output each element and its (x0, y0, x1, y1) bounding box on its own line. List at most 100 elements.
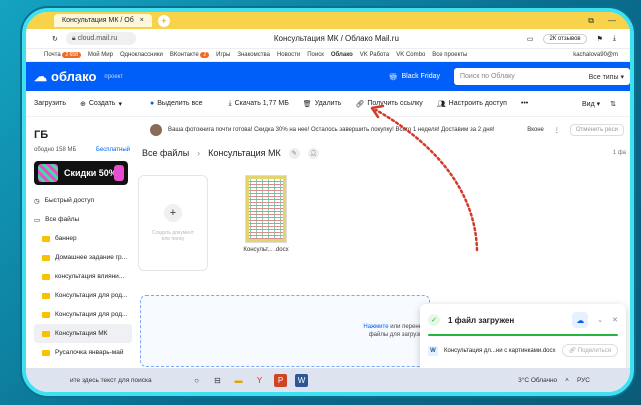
close-icon[interactable]: ✕ (612, 316, 618, 324)
notification-button[interactable]: Отменить реси (569, 124, 624, 136)
check-icon: ✓ (428, 314, 440, 326)
download-button[interactable]: ⤓ Скачать 1,77 МБ (228, 100, 288, 108)
yandex-browser-icon[interactable]: Y (253, 374, 266, 387)
task-view-icon[interactable]: ⊟ (211, 374, 224, 387)
clock-icon: ◷ (34, 197, 40, 205)
sidebar-folder-active[interactable]: Консультация МК (34, 324, 132, 343)
bookmark-games[interactable]: Игры (216, 52, 230, 58)
search-input[interactable]: Поиск по Облаку Все типы ▾ (454, 68, 630, 85)
free-plan-link[interactable]: Бесплатный (96, 147, 130, 153)
share-person-icon[interactable]: 👤︎ (307, 147, 319, 159)
file-count: 1 фа (612, 150, 626, 156)
storage-size: ГБ (34, 129, 49, 141)
bookmark-icon[interactable]: ⚑ (597, 35, 603, 43)
word-icon[interactable]: W (295, 373, 308, 387)
bookmarks-bar: Почта 2 658 Мой Мир Одноклассники ВКонта… (26, 49, 630, 62)
browser-tab[interactable]: Консультация МК / Об × (54, 14, 152, 27)
cloud-upload-icon[interactable]: ☁ (572, 312, 589, 328)
create-tile[interactable]: + Создать документ или папку (138, 175, 208, 271)
powerpoint-icon[interactable]: P (274, 373, 287, 387)
edit-icon[interactable]: ✎ (288, 147, 300, 159)
link-icon: 🔗︎ (355, 100, 365, 108)
bookmark-vk-combo[interactable]: VK Combo (396, 52, 425, 58)
toolbar: Загрузить ⊕ Создать ▾ ● Выделить все ⤓ Скач… (26, 91, 630, 117)
folder-icon (42, 254, 50, 261)
sidebar-folder[interactable]: консультация влияни... (34, 267, 138, 286)
bookmark-mymir[interactable]: Мой Мир (88, 52, 113, 58)
bookmark-search[interactable]: Поиск (307, 52, 324, 58)
bookmark-dating[interactable]: Знакомства (237, 52, 270, 58)
sidebar-folder[interactable]: Домашнее задание гр... (34, 248, 138, 267)
upload-click-link[interactable]: Нажмите (363, 324, 388, 330)
tabs-icon[interactable]: ▭ (527, 35, 534, 43)
black-friday-link[interactable]: 🎁︎ Black Friday (389, 73, 440, 81)
sidebar-folder[interactable]: Консультация для род... (34, 286, 138, 305)
folder-icon (42, 235, 50, 242)
chevron-up-icon[interactable]: ˄ (565, 377, 569, 384)
reload-icon[interactable]: ↻ (52, 35, 58, 43)
notification-text: Ваша фотокнига почти готова! Скидка 30% … (168, 127, 495, 133)
url-field[interactable]: 🔒︎ cloud.mail.ru (65, 32, 136, 45)
upload-title: 1 файл загружен (448, 315, 515, 325)
browser-window: Консультация МК / Об × + ⧉ — ↻ 🔒︎ cloud.… (22, 8, 634, 396)
upload-button[interactable]: Загрузить (34, 100, 66, 107)
select-all-button[interactable]: ● Выделить все (150, 100, 203, 107)
bookmark-mail[interactable]: Почта 2 658 (44, 52, 81, 58)
chevron-right-icon: › (197, 148, 201, 158)
file-item[interactable]: Консульт... .docx (238, 175, 294, 271)
page-title: Консультация МК / Облако Mail.ru (273, 34, 399, 43)
search-types-select[interactable]: Все типы ▾ (589, 73, 624, 81)
notification-action[interactable]: Вконе (527, 127, 544, 133)
bookmark-news[interactable]: Новости (277, 52, 300, 58)
tab-close-icon[interactable]: × (140, 17, 144, 24)
delete-button[interactable]: 🗑︎ Удалить (303, 100, 342, 108)
breadcrumb-root[interactable]: Все файлы (142, 148, 189, 158)
people-icon: 👥︎ (436, 100, 446, 108)
bookmark-all-projects[interactable]: Все проекты (432, 52, 467, 58)
tab-bar: Консультация МК / Об × + ⧉ — (26, 12, 630, 29)
access-button[interactable]: 👥︎ Настроить доступ (437, 100, 507, 108)
account-name[interactable]: kachalova90@m (573, 52, 630, 58)
storage-usage: ободно 158 МБ Бесплатный (34, 147, 130, 153)
more-button[interactable]: ••• (521, 100, 528, 107)
cloud-logo[interactable]: ☁ облако (34, 69, 96, 85)
reviews-badge[interactable]: 2К отзывов (543, 33, 587, 44)
language-indicator[interactable]: РУС (577, 377, 590, 384)
view-button[interactable]: Вид ▾ (582, 100, 600, 108)
download-icon: ⤓ (228, 99, 232, 107)
minimize-icon[interactable]: — (608, 16, 616, 26)
weather-status[interactable]: 3°C Облачно (518, 377, 557, 384)
folder-icon (42, 349, 50, 356)
promo-decoration-right (114, 165, 124, 181)
sidebar-item-all-files[interactable]: ▭ Все файлы (34, 210, 138, 229)
bookmark-vk[interactable]: ВКонтакте 2 (170, 52, 210, 58)
circle-search-icon[interactable]: ○ (190, 374, 203, 387)
new-tab-button[interactable]: + (157, 14, 170, 27)
get-link-button[interactable]: 🔗︎ Получить ссылку (355, 100, 422, 108)
bookmark-vk-work[interactable]: VK Работа (360, 52, 389, 58)
word-doc-icon: W (428, 345, 438, 356)
create-button[interactable]: ⊕ Создать ▾ (80, 100, 122, 108)
chevron-down-icon[interactable]: ⌄ (597, 316, 603, 324)
sidebar-folder[interactable]: Консультация для род... (34, 305, 138, 324)
bookmark-cloud[interactable]: Облако (331, 52, 353, 58)
taskbar-search[interactable]: ите здесь текст для поиска (66, 372, 182, 388)
sidebar-folder[interactable]: баннер (34, 229, 138, 248)
sidebar-item-quick-access[interactable]: ◷ Быстрый доступ (34, 191, 138, 210)
bookmark-ok[interactable]: Одноклассники (120, 52, 163, 58)
create-tile-label: Создать документ или папку (151, 230, 195, 242)
file-grid: + Создать документ или папку Консульт...… (138, 175, 630, 271)
share-button[interactable]: 🔗︎ Поделиться (561, 344, 618, 357)
explorer-icon[interactable]: ▬ (232, 374, 245, 387)
sidebar-folder[interactable]: Русалочка январь-май (34, 343, 138, 362)
download-icon[interactable]: ⤓ (613, 35, 616, 43)
drop-zone[interactable]: Нажмите или перенес файлы для загрузки (140, 295, 430, 367)
sort-icon[interactable]: ⇅ (610, 100, 616, 108)
copy-window-icon[interactable]: ⧉ (588, 16, 594, 26)
cloud-icon: ☁ (34, 68, 47, 84)
more-vertical-icon[interactable]: ⋮ (554, 127, 560, 134)
breadcrumb: Все файлы › Консультация МК ✎ 👤︎ 1 фа (138, 143, 630, 163)
upload-progress-bar (428, 334, 618, 336)
file-name: Консульт... .docx (243, 247, 289, 253)
promo-banner[interactable]: Скидки 50% (34, 161, 128, 185)
